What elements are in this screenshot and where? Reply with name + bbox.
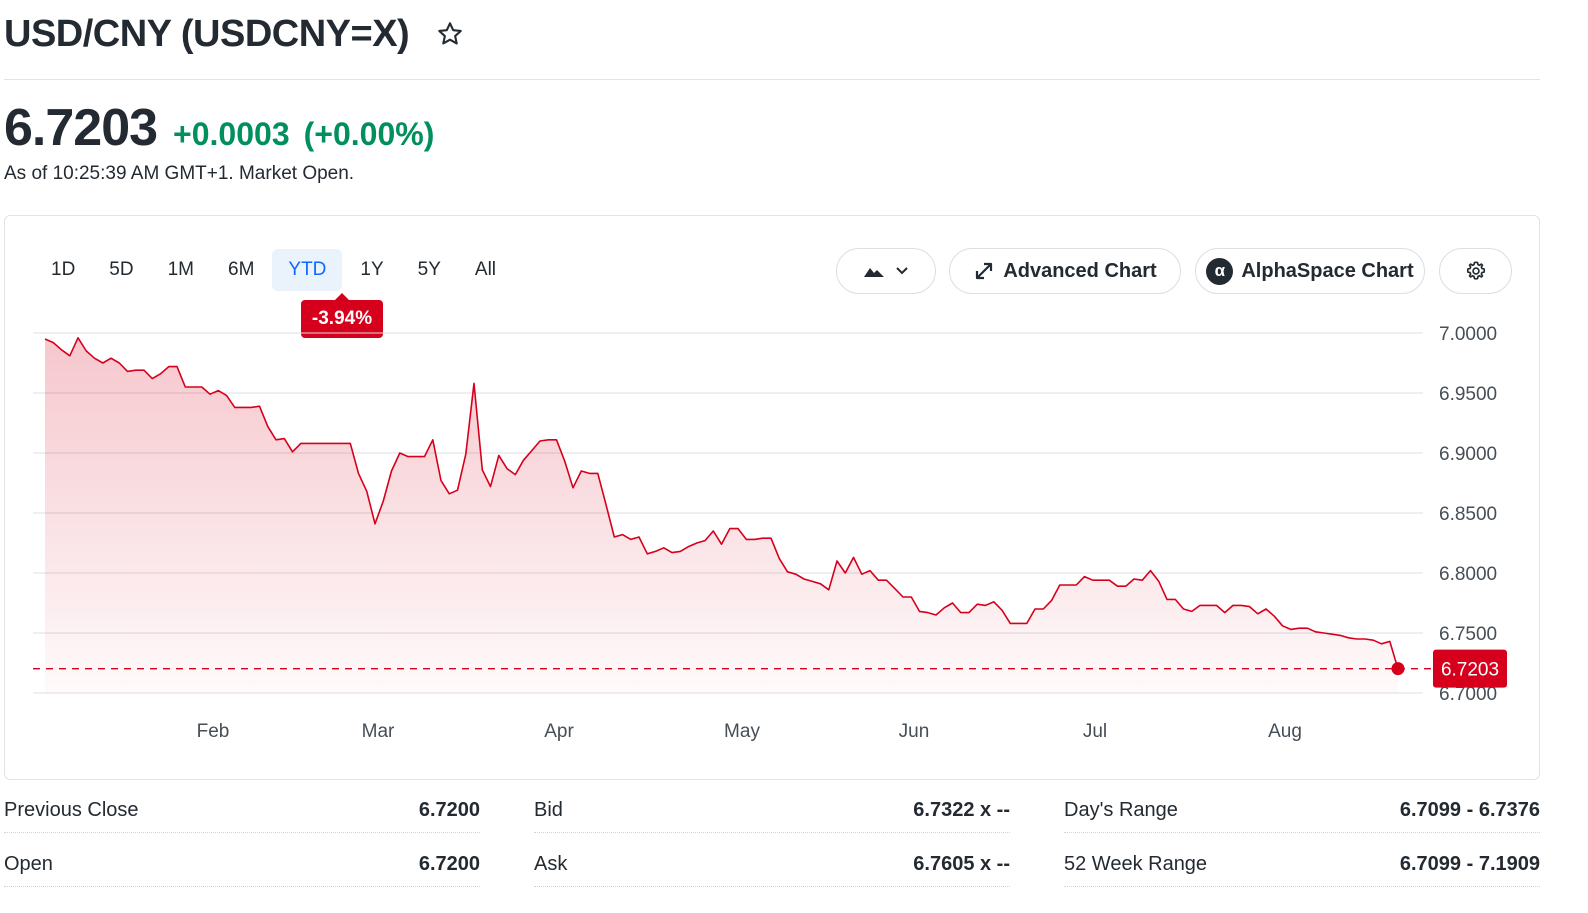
- chart-card: 1D 5D 1M 6M YTD 1Y 5Y All -3.94% Advanced Chart…: [4, 215, 1540, 780]
- y-tick-label: 6.9500: [1439, 384, 1497, 405]
- stat-value: 6.7200: [418, 853, 480, 875]
- add-to-watchlist-button[interactable]: [435, 19, 465, 49]
- stat-row: Day's Range 6.7099 - 6.7376: [1064, 789, 1540, 833]
- current-price-tag-label: 6.7203: [1441, 660, 1499, 681]
- market-status: As of 10:25:39 AM GMT+1. Market Open.: [4, 163, 355, 184]
- star-icon: [438, 22, 462, 45]
- y-tick-label: 6.7500: [1439, 624, 1497, 645]
- stat-value: 6.7099 - 6.7376: [1399, 799, 1540, 821]
- key-statistics: Previous Close 6.7200 Open 6.7200 Bid 6.7322 …: [4, 789, 1540, 899]
- y-tick-label: 6.9000: [1439, 444, 1497, 465]
- x-tick-label: Feb: [197, 721, 230, 742]
- current-price: 6.7203: [4, 99, 158, 157]
- y-tick-label: 6.8000: [1439, 564, 1497, 585]
- stat-label: Previous Close: [4, 799, 139, 821]
- x-tick-label: Apr: [544, 721, 574, 742]
- stat-row: Ask 6.7605 x --: [534, 843, 1010, 887]
- page-title: USD/CNY (USDCNY=X): [4, 12, 410, 55]
- price-change-percent: (+0.00%): [303, 116, 435, 152]
- stat-value: 6.7322 x --: [913, 799, 1010, 821]
- stat-value: 6.7099 - 7.1909: [1399, 853, 1540, 875]
- stat-label: Day's Range: [1064, 799, 1178, 821]
- price-chart[interactable]: 7.00006.95006.90006.85006.80006.75006.70…: [5, 216, 1541, 781]
- header-divider: [4, 79, 1540, 80]
- x-tick-label: Jun: [899, 721, 930, 742]
- series-area: [45, 337, 1398, 693]
- y-tick-label: 6.8500: [1439, 504, 1497, 525]
- stat-value: 6.7605 x --: [913, 853, 1010, 875]
- y-tick-label: 7.0000: [1439, 324, 1497, 345]
- current-price-dot: [1391, 662, 1405, 676]
- x-tick-label: Aug: [1268, 721, 1302, 742]
- stat-row: Bid 6.7322 x --: [534, 789, 1010, 833]
- x-tick-label: Jul: [1083, 721, 1107, 742]
- quote-price-block: 6.7203 +0.0003 (+0.00%): [4, 98, 434, 158]
- stat-label: 52 Week Range: [1064, 853, 1208, 875]
- x-tick-label: Mar: [362, 721, 395, 742]
- stat-row: Open 6.7200: [4, 843, 480, 887]
- price-change: +0.0003: [173, 116, 290, 152]
- x-tick-label: May: [724, 721, 760, 742]
- stat-label: Bid: [534, 799, 563, 821]
- stat-row: 52 Week Range 6.7099 - 7.1909: [1064, 843, 1540, 887]
- stat-row: Previous Close 6.7200: [4, 789, 480, 833]
- quote-header: USD/CNY (USDCNY=X): [4, 10, 465, 58]
- stat-label: Open: [4, 853, 53, 875]
- stat-label: Ask: [534, 853, 568, 875]
- stat-value: 6.7200: [418, 799, 480, 821]
